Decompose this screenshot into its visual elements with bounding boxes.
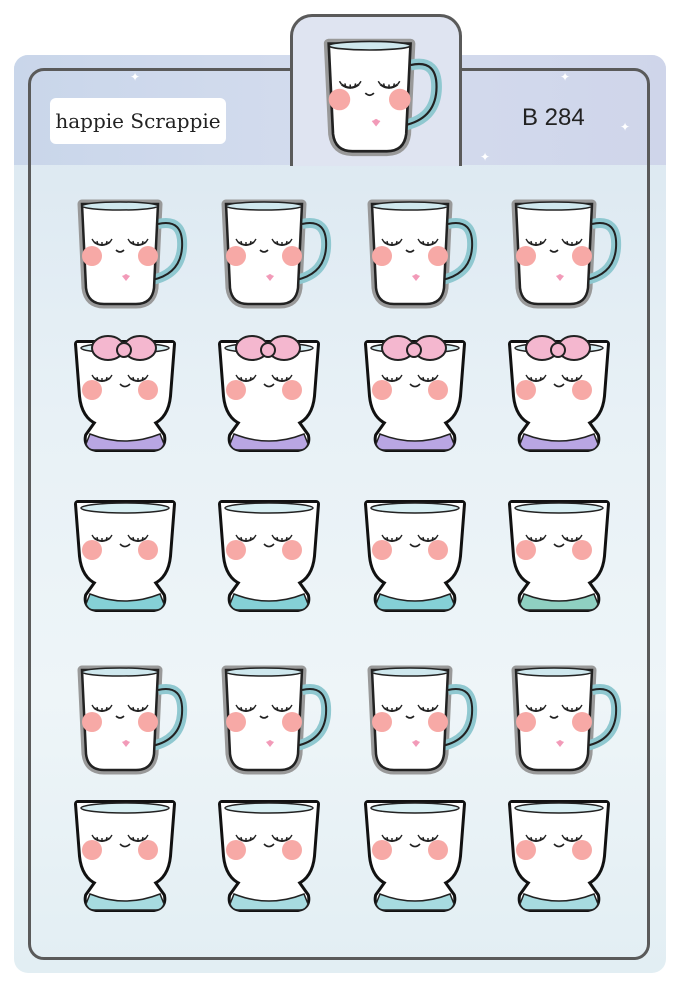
glitter-cup-icon [508, 800, 610, 912]
star-decoration: ✦ [480, 150, 491, 164]
mug-sticker[interactable] [204, 184, 334, 314]
glitter-cup-icon [364, 800, 466, 912]
mug-sticker[interactable] [60, 650, 190, 780]
aqua-cup-sticker[interactable] [60, 490, 190, 620]
aqua-cup-icon [218, 500, 320, 612]
star-decoration: ✦ [560, 70, 571, 84]
aqua-cup-sticker[interactable] [350, 490, 480, 620]
mug-icon [511, 199, 622, 309]
mug-sticker[interactable] [350, 650, 480, 780]
bow-cup-sticker[interactable] [204, 330, 334, 460]
mug-sticker[interactable] [60, 184, 190, 314]
glitter-cup-icon [218, 800, 320, 912]
aqua-cup-icon [508, 500, 610, 612]
aqua-cup-icon [364, 500, 466, 612]
bow-cup-icon [508, 335, 610, 452]
mug-icon [77, 665, 188, 775]
bow-cup-icon [218, 335, 320, 452]
mug-icon [221, 199, 332, 309]
star-decoration: ✦ [620, 120, 631, 134]
mug-icon [367, 665, 478, 775]
aqua-cup-sticker[interactable] [204, 490, 334, 620]
aqua-cup-sticker[interactable] [494, 490, 624, 620]
brand-logo-text: happie Scrappie [55, 109, 221, 133]
mug-icon [221, 665, 332, 775]
mug-sticker[interactable] [494, 650, 624, 780]
header-sticker[interactable] [300, 22, 450, 162]
bow-cup-sticker[interactable] [494, 330, 624, 460]
mug-sticker[interactable] [204, 650, 334, 780]
glitter-cup-sticker[interactable] [350, 790, 480, 920]
mug-sticker[interactable] [494, 184, 624, 314]
glitter-cup-sticker[interactable] [204, 790, 334, 920]
bow-cup-sticker[interactable] [350, 330, 480, 460]
mug-icon [367, 199, 478, 309]
star-decoration: ✦ [130, 70, 141, 84]
bow-cup-sticker[interactable] [60, 330, 190, 460]
brand-logo: happie Scrappie [50, 98, 226, 144]
bow-cup-icon [74, 335, 176, 452]
mug-sticker[interactable] [350, 184, 480, 314]
glitter-cup-sticker[interactable] [494, 790, 624, 920]
glitter-cup-icon [74, 800, 176, 912]
aqua-cup-icon [74, 500, 176, 612]
mug-icon [511, 665, 622, 775]
bow-cup-icon [364, 335, 466, 452]
sleepy-mug-icon [323, 38, 442, 157]
glitter-cup-sticker[interactable] [60, 790, 190, 920]
mug-icon [77, 199, 188, 309]
sheet-code: B 284 [522, 104, 585, 131]
